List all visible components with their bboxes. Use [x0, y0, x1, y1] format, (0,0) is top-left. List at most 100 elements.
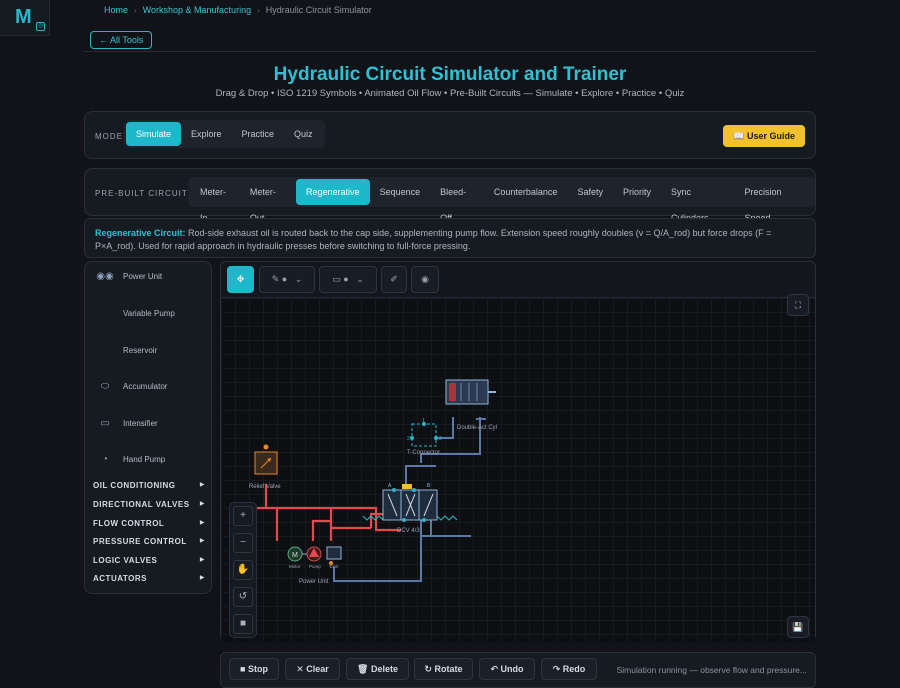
- control-bar: ■ Stop ✕ Clear 🗑 Delete ↻ Rotate ↶ Undo …: [220, 652, 816, 688]
- all-tools-button[interactable]: ← All Tools: [90, 31, 153, 49]
- undo-button[interactable]: ↶ Undo: [479, 658, 535, 680]
- motor-label: Motor: [289, 564, 301, 569]
- motor-symbol: M: [292, 552, 298, 559]
- circuit-sequence[interactable]: Sequence: [370, 179, 431, 205]
- palette-item-hand-pump[interactable]: ◔ Hand Pump: [95, 451, 165, 467]
- canvas-grid[interactable]: Double-Act Cyl 1 2 3 T-Connector Relief …: [221, 298, 815, 642]
- category-label: PRESSURE CONTROL: [93, 537, 187, 546]
- description-heading: Regenerative Circuit:: [95, 228, 186, 238]
- power-unit-icon: ◉◉: [96, 270, 114, 282]
- shape-tool-button[interactable]: ▭ ● ⌄: [319, 266, 377, 293]
- rectangle-icon: ▭ ● ⌄: [332, 274, 364, 284]
- circuit-counterbalance[interactable]: Counterbalance: [484, 179, 568, 205]
- accumulator-icon: ⬭: [100, 380, 110, 392]
- mode-explore[interactable]: Explore: [181, 122, 232, 146]
- mode-practice[interactable]: Practice: [232, 122, 285, 146]
- category-label: LOGIC VALVES: [93, 556, 158, 565]
- cylinder-label: Double-Act Cyl: [457, 425, 497, 431]
- t-port-3: 3: [439, 436, 442, 442]
- zoom-in-button[interactable]: +: [233, 506, 253, 526]
- select-tool-button[interactable]: ✥: [227, 266, 254, 293]
- dcv-label: DCV 4/3: [397, 528, 420, 534]
- circuit-meter-in[interactable]: Meter-In: [190, 179, 240, 223]
- zoom-out-button[interactable]: −: [233, 533, 253, 553]
- reservoir-icon: [95, 342, 115, 358]
- reset-icon: ↺: [238, 591, 248, 602]
- stop-button[interactable]: ■ Stop: [229, 658, 279, 680]
- eye-tool-button[interactable]: ◉: [411, 266, 439, 293]
- mode-label: MODE: [95, 132, 123, 141]
- line-tool-button[interactable]: ✎ ● ⌄: [259, 266, 315, 293]
- t-connector[interactable]: 1 2 3 T-Connector: [407, 418, 442, 456]
- circuit-bleed-off[interactable]: Bleed-Off: [430, 179, 484, 223]
- save-button[interactable]: 💾: [787, 616, 809, 638]
- rotate-button[interactable]: ↻ Rotate: [414, 658, 473, 680]
- palette-item-accumulator[interactable]: ⬭ Accumulator: [95, 378, 168, 394]
- simulation-status: Simulation running — observe flow and pr…: [616, 665, 807, 675]
- save-icon: 💾: [792, 622, 804, 632]
- description-body: Rod-side exhaust oil is routed back to t…: [95, 228, 772, 251]
- mode-simulate[interactable]: Simulate: [126, 122, 182, 146]
- circuit-safety[interactable]: Safety: [567, 179, 613, 205]
- hand-pump-icon: ◔: [101, 453, 109, 465]
- t-port-1: 1: [422, 418, 425, 424]
- category-actuators[interactable]: ACTUATORS ▶: [93, 574, 205, 583]
- category-directional-valves[interactable]: DIRECTIONAL VALVES ▶: [93, 500, 205, 509]
- t-connector-label: T-Connector: [407, 450, 440, 456]
- category-oil-conditioning[interactable]: OIL CONDITIONING ▶: [93, 481, 205, 490]
- brush-tool-button[interactable]: ✐: [381, 266, 407, 293]
- category-label: OIL CONDITIONING: [93, 481, 176, 490]
- caret-right-icon: ▶: [199, 520, 205, 526]
- t-port-2: 2: [407, 436, 410, 442]
- circuit-sync-cylinders[interactable]: Sync Cylinders: [661, 179, 735, 223]
- circuit-priority[interactable]: Priority: [613, 179, 661, 205]
- palette-label: Accumulator: [123, 381, 168, 391]
- eye-icon: ◉: [421, 274, 429, 284]
- intensifier-icon: ▭: [100, 417, 110, 429]
- header-divider: [84, 51, 816, 52]
- circuit-description: Regenerative Circuit: Rod-side exhaust o…: [84, 218, 816, 258]
- fit-button[interactable]: ■: [233, 614, 253, 634]
- circuit-meter-out[interactable]: Meter-Out: [240, 179, 296, 223]
- category-logic-valves[interactable]: LOGIC VALVES ▶: [93, 556, 205, 565]
- relief-valve[interactable]: Relief Valve: [249, 444, 281, 491]
- delete-button[interactable]: 🗑 Delete: [346, 658, 409, 680]
- pen-icon: ✎ ● ⌄: [271, 274, 303, 284]
- circuit-canvas: ✥ ✎ ● ⌄ ▭ ● ⌄ ✐ ◉ Double-Act Cyl 1 2 3 T…: [220, 261, 816, 642]
- breadcrumb-category[interactable]: Workshop & Manufacturing: [143, 5, 251, 15]
- dcv-port-a: A: [388, 483, 392, 489]
- palette-label: Power Unit: [123, 271, 163, 281]
- fullscreen-button[interactable]: ⛶: [787, 294, 809, 316]
- breadcrumb-home[interactable]: Home: [104, 5, 128, 15]
- page-subtitle: Drag & Drop • ISO 1219 Symbols • Animate…: [215, 88, 685, 99]
- pan-button[interactable]: ✋: [233, 560, 253, 580]
- mode-panel: MODE Simulate Explore Practice Quiz 📖 Us…: [84, 111, 816, 159]
- category-pressure-control[interactable]: PRESSURE CONTROL ▶: [93, 537, 205, 546]
- expand-icon: ⛶: [794, 300, 802, 310]
- circuit-regenerative[interactable]: Regenerative: [296, 179, 370, 205]
- palette-item-intensifier[interactable]: ▭ Intensifier: [95, 415, 158, 431]
- app-logo[interactable]: M: [15, 6, 32, 29]
- user-guide-button[interactable]: 📖 User Guide: [723, 125, 805, 147]
- zoom-controls: + − ✋ ↺ ■: [229, 502, 257, 638]
- palette-item-power-unit[interactable]: ◉◉ Power Unit: [95, 268, 162, 284]
- redo-button[interactable]: ↷ Redo: [541, 658, 597, 680]
- hand-icon: ✋: [236, 564, 250, 575]
- clear-button[interactable]: ✕ Clear: [285, 658, 340, 680]
- breadcrumb: Home › Workshop & Manufacturing › Hydrau…: [104, 5, 372, 15]
- palette-label: Intensifier: [123, 418, 158, 428]
- caret-right-icon: ▶: [199, 575, 205, 581]
- category-label: DIRECTIONAL VALVES: [93, 500, 190, 509]
- circuit-precision-speed[interactable]: Precision Speed: [735, 179, 813, 223]
- power-unit-label: Power Unit: [299, 579, 329, 585]
- circuits-label: PRE-BUILT CIRCUITS: [95, 189, 195, 198]
- dcv-port-b: B: [427, 483, 431, 489]
- reset-view-button[interactable]: ↺: [233, 587, 253, 607]
- category-label: FLOW CONTROL: [93, 519, 165, 528]
- description-text: Regenerative Circuit: Rod-side exhaust o…: [95, 227, 785, 253]
- palette-label: Variable Pump: [123, 308, 175, 318]
- mode-quiz[interactable]: Quiz: [284, 122, 323, 146]
- palette-item-variable-pump[interactable]: Variable Pump: [95, 305, 175, 321]
- category-flow-control[interactable]: FLOW CONTROL ▶: [93, 519, 205, 528]
- palette-item-reservoir[interactable]: Reservoir: [95, 342, 157, 358]
